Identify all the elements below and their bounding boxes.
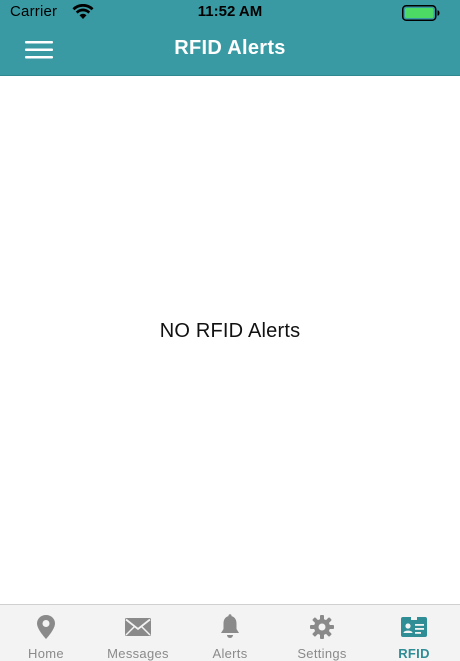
app-screen: Carrier 11:52 AM RFID Alerts NO RFID Ale… <box>0 0 460 661</box>
gear-icon <box>310 615 334 639</box>
empty-state-message: NO RFID Alerts <box>159 320 301 342</box>
location-pin-icon <box>37 615 55 639</box>
app-header: Carrier 11:52 AM RFID Alerts <box>0 0 460 76</box>
tab-label: Home <box>28 646 64 661</box>
page-title: RFID Alerts <box>174 37 286 59</box>
tab-rfid[interactable]: RFID <box>368 605 460 661</box>
nav-bar: RFID Alerts <box>0 24 460 76</box>
envelope-icon <box>125 618 151 636</box>
tab-label: Alerts <box>212 646 248 661</box>
tab-label: Messages <box>107 646 169 661</box>
id-card-icon <box>401 617 427 637</box>
battery-icon <box>402 5 440 21</box>
bottom-tab-bar: Home Messages Alerts Settings RFID <box>0 604 460 661</box>
tab-alerts[interactable]: Alerts <box>184 605 276 661</box>
status-bar: Carrier 11:52 AM <box>0 0 460 24</box>
tab-label: Settings <box>297 646 347 661</box>
tab-home[interactable]: Home <box>0 605 92 661</box>
tab-messages[interactable]: Messages <box>92 605 184 661</box>
tab-label: RFID <box>398 646 430 661</box>
tab-settings[interactable]: Settings <box>276 605 368 661</box>
status-time: 11:52 AM <box>197 3 263 20</box>
alerts-content: NO RFID Alerts <box>0 76 460 604</box>
bell-icon <box>221 614 239 638</box>
